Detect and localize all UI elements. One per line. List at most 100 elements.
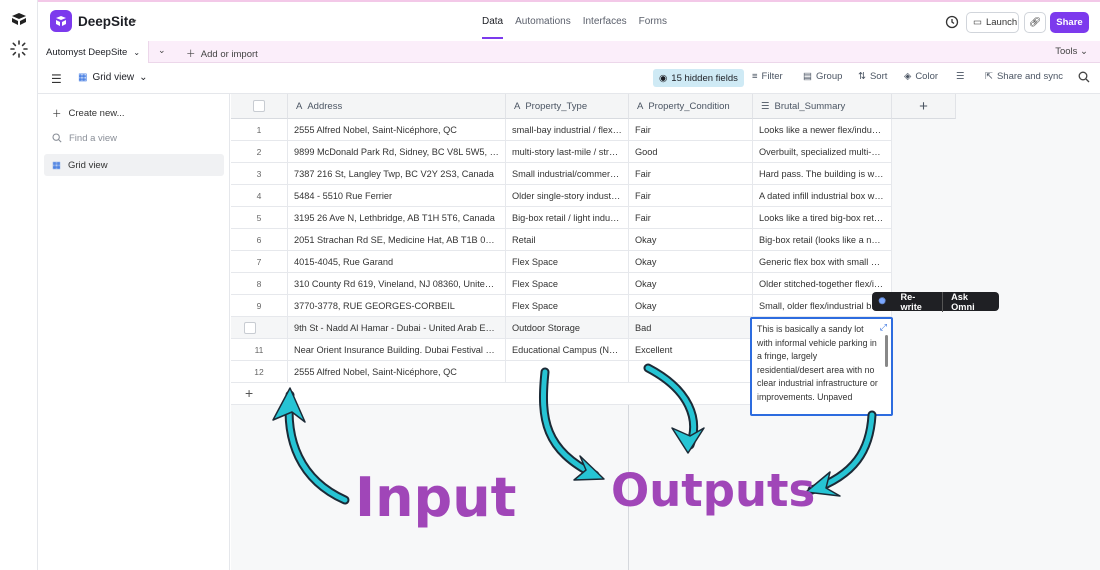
tab-interfaces[interactable]: Interfaces xyxy=(583,16,627,39)
table-tab[interactable]: Automyst DeepSite ⌄ xyxy=(38,41,149,63)
row-number[interactable]: 12 xyxy=(231,361,288,383)
row-number[interactable]: 5 xyxy=(231,207,288,229)
cell-property-condition[interactable]: Bad xyxy=(629,317,753,339)
group-button[interactable]: ▤ Group xyxy=(803,71,842,82)
copy-link-button[interactable]: 🔗︎ xyxy=(1024,12,1046,33)
cell-property-type[interactable]: Educational Campus (Non-... xyxy=(506,339,629,361)
cell-brutal-summary[interactable]: Older stitched-together flex/in... xyxy=(753,273,892,295)
cell-property-condition[interactable] xyxy=(629,361,753,383)
cell-property-type[interactable]: Flex Space xyxy=(506,273,629,295)
cell-brutal-summary[interactable]: Looks like a tired big-box retai... xyxy=(753,207,892,229)
ask-omni-button[interactable]: Ask Omni xyxy=(943,292,999,312)
cell-property-condition[interactable]: Okay xyxy=(629,295,753,317)
column-header-brutal-summary[interactable]: ☰ Brutal_Summary xyxy=(753,94,892,119)
row-checkbox[interactable] xyxy=(244,322,256,334)
cell-property-type[interactable]: Older single-story industri... xyxy=(506,185,629,207)
summary-cell-editor[interactable]: This is basically a sandy lot with infor… xyxy=(750,317,893,416)
cell-address[interactable]: 3195 26 Ave N, Lethbridge, AB T1H 5T6, C… xyxy=(288,207,506,229)
add-or-import-button[interactable]: ＋ Add or import xyxy=(186,46,258,60)
airtable-logo-icon[interactable] xyxy=(11,12,27,26)
cell-address[interactable]: 4015-4045, Rue Garand xyxy=(288,251,506,273)
cell-brutal-summary[interactable]: A dated infill industrial box wit... xyxy=(753,185,892,207)
column-header-property-type[interactable]: A Property_Type xyxy=(506,94,629,119)
table-row[interactable]: 2 9899 McDonald Park Rd, Sidney, BC V8L 5… xyxy=(231,141,892,163)
cell-property-condition[interactable]: Fair xyxy=(629,207,753,229)
table-row[interactable]: 4 5484 - 5510 Rue Ferrier Older single-sto… xyxy=(231,185,892,207)
table-row[interactable]: 9 3770-3778, RUE GEORGES-CORBEIL Flex Spac… xyxy=(231,295,892,317)
cell-property-type[interactable]: Outdoor Storage xyxy=(506,317,629,339)
table-row[interactable]: 3 7387 216 St, Langley Twp, BC V2Y 2S3, C… xyxy=(231,163,892,185)
rewrite-button[interactable]: Re-write xyxy=(892,291,944,312)
launch-button[interactable]: ▭ Launch xyxy=(966,12,1019,33)
cell-property-condition[interactable]: Fair xyxy=(629,185,753,207)
row-number[interactable]: 4 xyxy=(231,185,288,207)
cell-address[interactable]: 9899 McDonald Park Rd, Sidney, BC V8L 5W… xyxy=(288,141,506,163)
cell-brutal-summary[interactable]: Looks like a newer flex/industri... xyxy=(753,119,892,141)
cell-address[interactable]: Near Orient Insurance Building. Dubai Fe… xyxy=(288,339,506,361)
cell-property-condition[interactable]: Fair xyxy=(629,163,753,185)
history-icon[interactable] xyxy=(944,14,960,30)
cell-property-condition[interactable]: Fair xyxy=(629,119,753,141)
tab-automations[interactable]: Automations xyxy=(515,16,571,39)
row-number[interactable] xyxy=(231,317,288,339)
row-number[interactable]: 2 xyxy=(231,141,288,163)
chevron-down-icon[interactable]: ⌄ xyxy=(130,14,138,25)
create-new-view-button[interactable]: ＋ Create new... xyxy=(44,102,224,124)
tab-data[interactable]: Data xyxy=(482,16,504,39)
share-and-sync-button[interactable]: ⇱ Share and sync xyxy=(985,71,1063,82)
view-switcher[interactable]: ▦ Grid view ⌄ xyxy=(78,72,148,83)
cell-brutal-summary[interactable]: Generic flex box with small offi... xyxy=(753,251,892,273)
add-field-button[interactable]: + xyxy=(892,94,956,119)
cell-property-type[interactable]: Retail xyxy=(506,229,629,251)
share-button[interactable]: Share xyxy=(1050,12,1089,33)
base-name[interactable]: DeepSite xyxy=(78,14,136,29)
row-number[interactable]: 7 xyxy=(231,251,288,273)
row-number[interactable]: 9 xyxy=(231,295,288,317)
cell-property-condition[interactable]: Okay xyxy=(629,251,753,273)
cell-property-condition[interactable]: Okay xyxy=(629,229,753,251)
cell-property-type[interactable]: Flex Space xyxy=(506,295,629,317)
table-row[interactable]: 8 310 County Rd 619, Vineland, NJ 08360, … xyxy=(231,273,892,295)
cell-property-type[interactable]: multi-story last-mile / struc... xyxy=(506,141,629,163)
cell-brutal-summary[interactable]: Overbuilt, specialized multi-sto... xyxy=(753,141,892,163)
row-number[interactable]: 3 xyxy=(231,163,288,185)
column-header-property-condition[interactable]: A Property_Condition xyxy=(629,94,753,119)
cell-address[interactable]: 2051 Strachan Rd SE, Medicine Hat, AB T1… xyxy=(288,229,506,251)
color-button[interactable]: ◈ Color xyxy=(904,71,938,82)
cell-address[interactable]: 310 County Rd 619, Vineland, NJ 08360, U… xyxy=(288,273,506,295)
tools-menu[interactable]: Tools ⌄ xyxy=(1055,46,1088,57)
cell-address[interactable]: 7387 216 St, Langley Twp, BC V2Y 2S3, Ca… xyxy=(288,163,506,185)
column-header-address[interactable]: A Address xyxy=(288,94,506,119)
cell-property-type[interactable]: Big-box retail / light indust... xyxy=(506,207,629,229)
cell-brutal-summary[interactable]: Big-box retail (looks like a nati... xyxy=(753,229,892,251)
expand-icon[interactable]: ⤢ xyxy=(880,321,887,335)
row-number[interactable]: 11 xyxy=(231,339,288,361)
row-height-button[interactable]: ☰ xyxy=(956,71,965,82)
row-number[interactable]: 1 xyxy=(231,119,288,141)
base-icon[interactable] xyxy=(50,10,72,32)
table-row[interactable]: 1 2555 Alfred Nobel, Saint-Nicéphore, QC s… xyxy=(231,119,892,141)
cell-property-condition[interactable]: Good xyxy=(629,141,753,163)
cell-property-type[interactable]: small-bay industrial / flex ... xyxy=(506,119,629,141)
table-row[interactable]: 7 4015-4045, Rue Garand Flex Space Okay Gene… xyxy=(231,251,892,273)
cell-property-type[interactable]: Flex Space xyxy=(506,251,629,273)
search-button[interactable] xyxy=(1078,71,1090,83)
tab-forms[interactable]: Forms xyxy=(639,16,667,39)
cell-property-condition[interactable]: Excellent xyxy=(629,339,753,361)
select-all-header[interactable] xyxy=(231,94,288,119)
cell-address[interactable]: 2555 Alfred Nobel, Saint-Nicéphore, QC xyxy=(288,361,506,383)
cell-address[interactable]: 9th St - Nadd Al Hamar - Dubai - United … xyxy=(288,317,506,339)
cell-address[interactable]: 3770-3778, RUE GEORGES-CORBEIL xyxy=(288,295,506,317)
table-row[interactable]: 6 2051 Strachan Rd SE, Medicine Hat, AB T… xyxy=(231,229,892,251)
row-number[interactable]: 6 xyxy=(231,229,288,251)
sidebar-item-grid-view[interactable]: ▦ Grid view xyxy=(44,154,224,176)
cell-property-type[interactable]: Small industrial/commercia... xyxy=(506,163,629,185)
filter-button[interactable]: ≡ Filter xyxy=(752,71,783,82)
hamburger-menu-icon[interactable]: ☰ xyxy=(51,72,62,86)
cell-brutal-summary[interactable]: Hard pass. The building is wed... xyxy=(753,163,892,185)
find-view-input[interactable]: Find a view xyxy=(44,127,224,149)
row-number[interactable]: 8 xyxy=(231,273,288,295)
hidden-fields-button[interactable]: ◉ 15 hidden fields xyxy=(653,69,744,87)
sort-button[interactable]: ⇅ Sort xyxy=(858,71,887,82)
cell-address[interactable]: 2555 Alfred Nobel, Saint-Nicéphore, QC xyxy=(288,119,506,141)
